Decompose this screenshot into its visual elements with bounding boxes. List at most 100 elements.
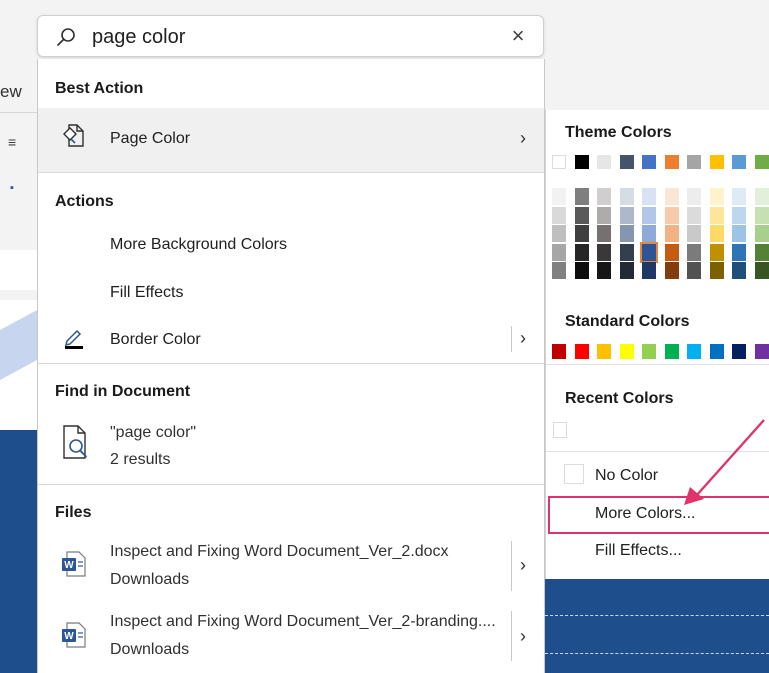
theme-color-swatch[interactable] xyxy=(664,155,679,169)
theme-shade-swatch[interactable] xyxy=(732,243,746,261)
theme-shade-swatch[interactable] xyxy=(664,188,679,205)
theme-shade-swatch[interactable] xyxy=(687,225,701,242)
theme-shade-swatch[interactable] xyxy=(754,262,769,279)
theme-shade-swatch[interactable] xyxy=(619,243,634,261)
theme-shade-swatch[interactable] xyxy=(574,262,589,279)
theme-shade-swatch[interactable] xyxy=(687,262,701,279)
theme-shade-swatch[interactable] xyxy=(687,206,701,224)
theme-shade-swatch[interactable] xyxy=(597,188,611,205)
ribbon-icon[interactable]: ▪ xyxy=(10,182,14,194)
theme-shade-swatch[interactable] xyxy=(709,225,724,242)
theme-shade-swatch[interactable] xyxy=(619,206,634,224)
no-color-option[interactable]: No Color xyxy=(595,467,658,485)
theme-color-swatch[interactable] xyxy=(709,155,724,169)
chevron-right-icon[interactable]: › xyxy=(520,626,526,647)
document-search-icon xyxy=(63,425,87,459)
chevron-right-icon[interactable]: › xyxy=(520,328,526,349)
theme-color-swatch[interactable] xyxy=(619,155,634,169)
standard-color-swatch[interactable] xyxy=(619,344,634,359)
theme-color-swatch[interactable] xyxy=(687,155,701,169)
theme-color-swatch[interactable] xyxy=(732,155,746,169)
theme-color-swatch[interactable] xyxy=(552,155,566,169)
file-item[interactable]: W Inspect and Fixing Word Document_Ver_2… xyxy=(38,535,544,599)
ribbon-divider xyxy=(0,112,37,113)
standard-color-swatch[interactable] xyxy=(709,344,724,359)
theme-shade-swatch[interactable] xyxy=(754,243,769,261)
theme-shade-swatch[interactable] xyxy=(642,225,656,242)
file-item[interactable]: W Inspect and Fixing Word Document_Ver_2… xyxy=(38,604,544,668)
theme-shade-swatch[interactable] xyxy=(664,225,679,242)
theme-shade-swatch[interactable] xyxy=(642,188,656,205)
theme-shade-swatch[interactable] xyxy=(574,188,589,205)
theme-shade-swatch[interactable] xyxy=(552,206,566,224)
theme-shade-swatch[interactable] xyxy=(642,262,656,279)
standard-color-swatch[interactable] xyxy=(732,344,746,359)
theme-shade-swatch[interactable] xyxy=(552,225,566,242)
fill-effects-option[interactable]: Fill Effects... xyxy=(595,542,682,560)
theme-shade-swatch[interactable] xyxy=(552,188,566,205)
theme-color-swatch[interactable] xyxy=(642,155,656,169)
chevron-right-icon: › xyxy=(520,128,526,148)
theme-shade-swatch[interactable] xyxy=(687,243,701,261)
theme-shade-swatch[interactable] xyxy=(732,225,746,242)
action-more-background-colors[interactable]: More Background Colors xyxy=(38,224,544,264)
find-result-item[interactable]: "page color" 2 results xyxy=(38,414,544,476)
theme-shade-swatch[interactable] xyxy=(597,262,611,279)
best-action-page-color[interactable]: Page Color › xyxy=(38,108,544,172)
theme-shade-swatch[interactable] xyxy=(619,188,634,205)
theme-shade-swatch[interactable] xyxy=(754,225,769,242)
theme-shade-swatch[interactable] xyxy=(754,206,769,224)
theme-shade-swatch[interactable] xyxy=(597,243,611,261)
theme-shade-swatch[interactable] xyxy=(664,243,679,261)
theme-shade-swatch[interactable] xyxy=(574,206,589,224)
action-fill-effects[interactable]: Fill Effects xyxy=(38,272,544,312)
recent-colors-heading: Recent Colors xyxy=(565,390,674,407)
section-divider xyxy=(38,484,544,485)
theme-color-swatch[interactable] xyxy=(574,155,589,169)
find-query: "page color" xyxy=(110,424,197,441)
theme-shade-swatch[interactable] xyxy=(640,241,658,263)
chevron-right-icon[interactable]: › xyxy=(520,555,526,576)
theme-shade-swatch[interactable] xyxy=(732,188,746,205)
theme-shade-swatch[interactable] xyxy=(732,206,746,224)
theme-shade-swatch[interactable] xyxy=(687,188,701,205)
align-icon[interactable]: ≡ xyxy=(8,134,22,150)
best-action-label: Page Color xyxy=(110,130,191,147)
theme-shade-swatch[interactable] xyxy=(552,243,566,261)
standard-color-swatch[interactable] xyxy=(664,344,679,359)
theme-shade-swatch[interactable] xyxy=(642,206,656,224)
theme-shade-swatch[interactable] xyxy=(552,262,566,279)
theme-shade-swatch[interactable] xyxy=(664,206,679,224)
standard-color-swatch[interactable] xyxy=(642,344,656,359)
close-icon[interactable]: × xyxy=(504,22,532,50)
theme-shade-swatch[interactable] xyxy=(574,225,589,242)
theme-shade-swatch[interactable] xyxy=(709,243,724,261)
theme-shade-swatch[interactable] xyxy=(709,206,724,224)
action-border-color[interactable]: Border Color › xyxy=(38,318,544,360)
more-colors-option[interactable]: More Colors... xyxy=(595,505,695,523)
theme-color-swatch[interactable] xyxy=(754,155,769,169)
file-location: Downloads xyxy=(110,571,190,588)
search-input[interactable] xyxy=(92,24,492,50)
theme-shade-swatch[interactable] xyxy=(619,262,634,279)
standard-color-swatch[interactable] xyxy=(574,344,589,359)
theme-shade-swatch[interactable] xyxy=(732,262,746,279)
standard-color-swatch[interactable] xyxy=(687,344,701,359)
theme-shade-swatch[interactable] xyxy=(597,206,611,224)
theme-shade-swatch[interactable] xyxy=(709,188,724,205)
standard-color-swatch[interactable] xyxy=(597,344,611,359)
theme-color-swatch[interactable] xyxy=(597,155,611,169)
search-box[interactable]: × xyxy=(37,15,544,57)
word-file-icon: W xyxy=(62,551,86,577)
theme-shade-swatch[interactable] xyxy=(597,225,611,242)
theme-shade-swatch[interactable] xyxy=(754,188,769,205)
theme-shade-swatch[interactable] xyxy=(664,262,679,279)
theme-shade-swatch[interactable] xyxy=(619,225,634,242)
recent-color-swatch[interactable] xyxy=(553,422,567,438)
theme-shade-swatch[interactable] xyxy=(574,243,589,261)
file-name: Inspect and Fixing Word Document_Ver_2.d… xyxy=(110,543,449,560)
standard-color-swatch[interactable] xyxy=(754,344,769,359)
theme-shade-swatch[interactable] xyxy=(709,262,724,279)
flyout-divider xyxy=(546,364,769,365)
standard-color-swatch[interactable] xyxy=(552,344,566,359)
